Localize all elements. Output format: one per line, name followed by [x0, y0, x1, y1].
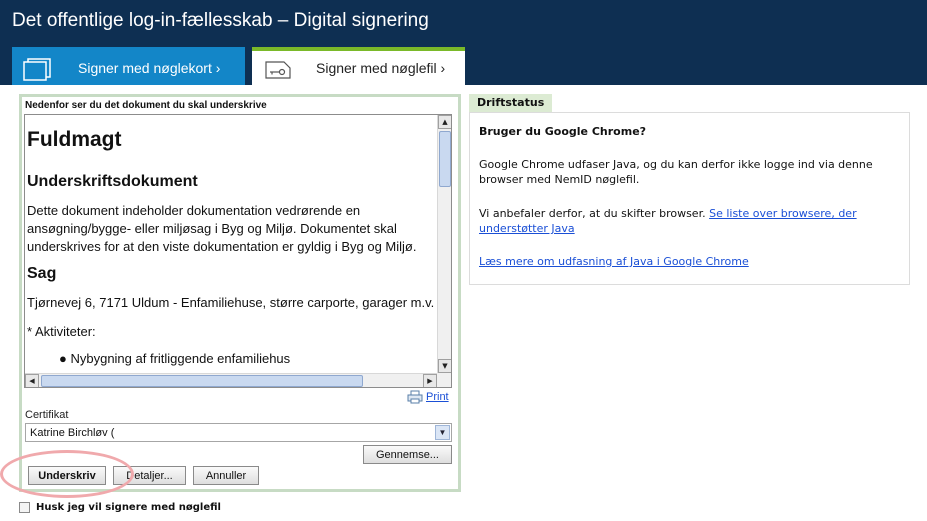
scroll-right-arrow-icon[interactable]: ▶ — [423, 374, 437, 387]
print-link[interactable]: Print — [407, 390, 449, 404]
app-title: Det offentlige log-in-fællesskab – Digit… — [12, 10, 429, 31]
tab-sign-with-card[interactable]: Signer med nøglekort › — [12, 47, 245, 85]
cancel-button[interactable]: Annuller — [193, 466, 259, 485]
status-heading: Bruger du Google Chrome? — [479, 125, 647, 138]
certificate-select[interactable]: Katrine Birchløv ( ▼ — [25, 423, 452, 442]
status-panel: Bruger du Google Chrome? Google Chrome u… — [469, 112, 910, 285]
details-button[interactable]: Detaljer... — [113, 466, 186, 485]
document-case-heading: Sag — [27, 265, 57, 282]
browse-button[interactable]: Gennemse... — [363, 445, 452, 464]
signing-panel-heading: Nedenfor ser du det dokument du skal und… — [25, 100, 267, 111]
remember-key-file-option[interactable]: Husk jeg vil signere med nøglefil — [19, 502, 221, 513]
document-content: Fuldmagt Underskriftsdokument Dette doku… — [25, 115, 437, 373]
scroll-corner — [437, 373, 451, 387]
remember-key-file-label: Husk jeg vil signere med nøglefil — [36, 502, 221, 513]
status-paragraph: Google Chrome udfaser Java, og du kan de… — [479, 158, 873, 186]
key-file-icon — [264, 59, 292, 82]
scroll-left-arrow-icon[interactable]: ◀ — [25, 374, 39, 387]
print-link-label: Print — [426, 391, 449, 403]
remember-key-file-checkbox[interactable] — [19, 502, 30, 513]
status-recommendation: Vi anbefaler derfor, at du skifter brows… — [479, 206, 899, 236]
bullet-icon: ● — [59, 351, 71, 366]
card-icon — [22, 57, 52, 84]
certificate-label: Certifikat — [25, 409, 69, 421]
vertical-scroll-thumb[interactable] — [439, 131, 451, 187]
horizontal-scrollbar[interactable]: ◀ ▶ — [25, 373, 437, 387]
document-case-text: Tjørnevej 6, 7171 Uldum - Enfamiliehuse,… — [27, 295, 435, 310]
document-activity-item: ● Nybygning af fritliggende enfamiliehus — [59, 351, 290, 366]
java-chrome-info-link[interactable]: Læs mere om udfasning af Java i Google C… — [479, 255, 749, 268]
tab-sign-with-key-file[interactable]: Signer med nøglefil › — [252, 47, 465, 85]
tab-sign-with-key-file-label: Signer med nøglefil › — [316, 60, 446, 76]
chevron-down-icon[interactable]: ▼ — [435, 425, 450, 440]
vertical-scrollbar[interactable]: ▲ ▼ — [437, 115, 451, 373]
status-recommendation-text: Vi anbefaler derfor, at du skifter brows… — [479, 207, 706, 220]
sign-button[interactable]: Underskriv — [28, 466, 106, 485]
document-activities-heading: * Aktiviteter: — [27, 324, 96, 339]
document-viewer[interactable]: Fuldmagt Underskriftsdokument Dette doku… — [24, 114, 452, 388]
certificate-select-value: Katrine Birchløv ( — [30, 427, 115, 439]
document-subtitle: Underskriftsdokument — [27, 173, 198, 190]
document-title: Fuldmagt — [27, 128, 122, 151]
scroll-up-arrow-icon[interactable]: ▲ — [438, 115, 451, 129]
document-activity-item-text: Nybygning af fritliggende enfamiliehus — [70, 351, 291, 366]
tab-sign-with-card-label: Signer med nøglekort › — [78, 60, 221, 76]
scroll-down-arrow-icon[interactable]: ▼ — [438, 359, 451, 373]
status-tab: Driftstatus — [469, 94, 553, 112]
printer-icon — [407, 390, 423, 404]
document-paragraph: Dette dokument indeholder dokumentation … — [27, 203, 417, 254]
horizontal-scroll-thumb[interactable] — [41, 375, 363, 387]
